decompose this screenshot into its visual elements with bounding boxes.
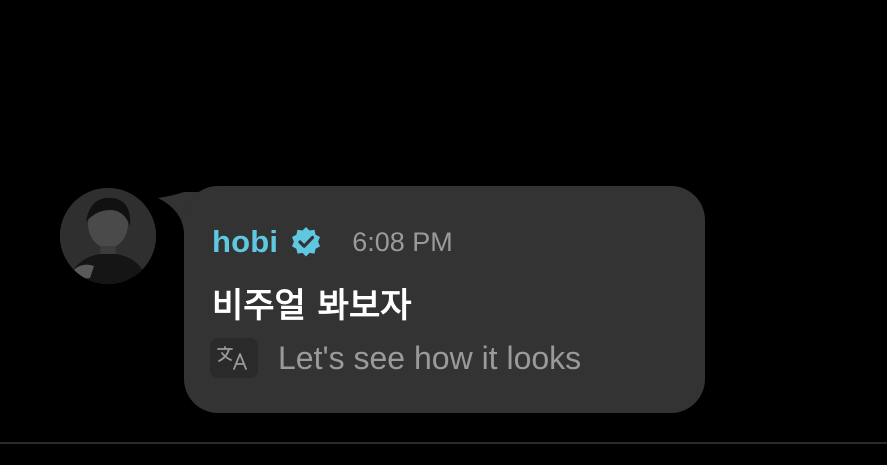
timestamp: 6:08 PM bbox=[352, 226, 453, 257]
profile-photo-icon bbox=[60, 188, 156, 284]
verified-badge-icon bbox=[292, 227, 321, 257]
translation-text: Let's see how it looks bbox=[278, 339, 582, 376]
translate-icon[interactable] bbox=[210, 338, 258, 378]
message-text: 비주얼 봐보자 bbox=[212, 286, 412, 326]
message-bubble[interactable]: hobi 6:08 PM 비주얼 봐보자 Let's see how it lo… bbox=[184, 186, 705, 413]
divider bbox=[0, 442, 887, 444]
username[interactable]: hobi bbox=[212, 224, 278, 260]
avatar[interactable] bbox=[60, 188, 156, 284]
translation-row[interactable]: Let's see how it looks bbox=[210, 338, 581, 378]
message-header: hobi 6:08 PM bbox=[212, 224, 453, 260]
